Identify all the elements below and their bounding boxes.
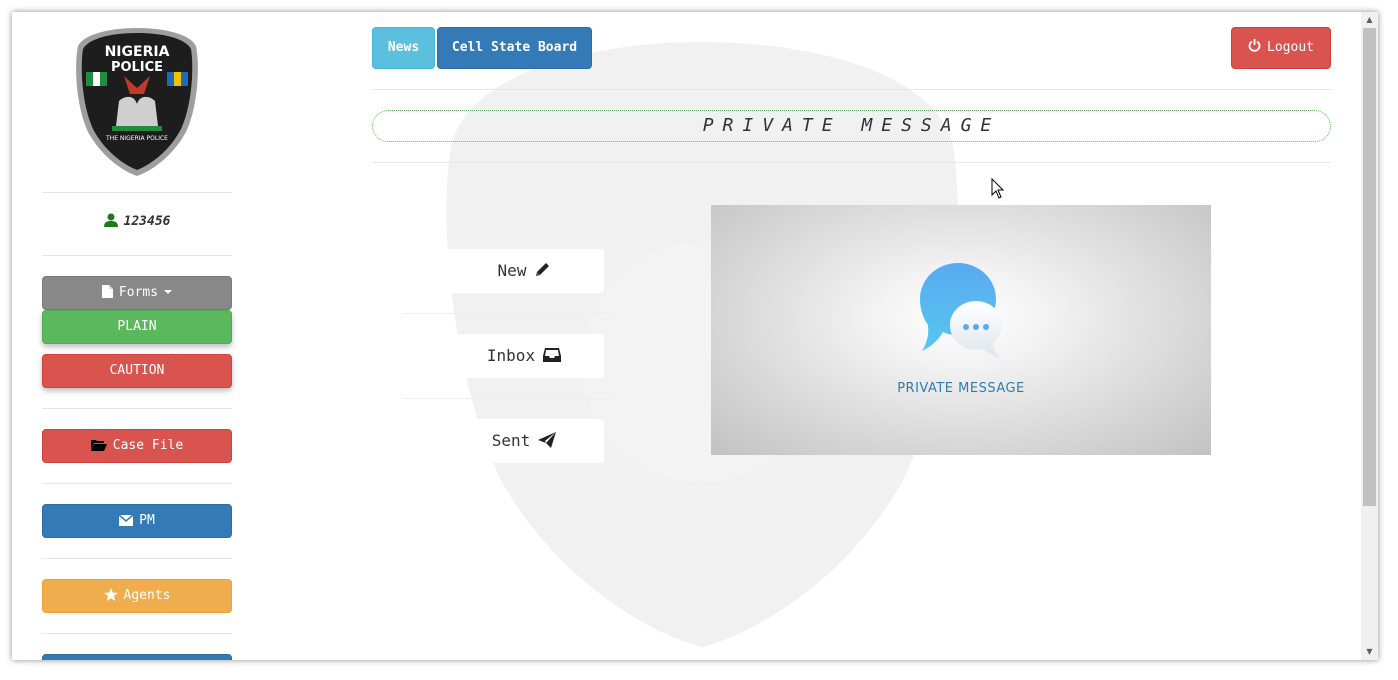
divider [402,313,612,314]
browser-window: NIGERIA POLICE THE NIGERIA POLICE 123456… [12,12,1378,660]
divider [402,398,612,399]
user-icon [103,213,118,227]
inbox-label: Inbox [486,346,536,365]
divider [42,192,232,193]
private-message-banner: PRIVATE MESSAGE [711,205,1211,455]
send-icon [538,432,557,448]
sent-label: Sent [491,431,531,450]
folder-open-icon [90,440,107,451]
user-id: 123456 [42,213,232,229]
chat-bubbles-icon [920,263,1002,358]
sidebar-button-partial[interactable] [42,654,232,660]
chevron-down-icon [164,290,173,294]
case-file-label: Case File [112,438,184,453]
logo-text-motto: THE NIGERIA POLICE [105,135,168,142]
pm-label: PM [139,513,155,528]
envelope-icon [118,514,134,526]
user-id-text: 123456 [123,214,171,229]
cell-state-board-label: Cell State Board [451,40,578,55]
logo-text-police: POLICE [111,60,163,75]
logout-label: Logout [1267,40,1314,55]
banner-caption: PRIVATE MESSAGE [897,381,1025,396]
sent-link[interactable]: Sent [444,419,604,463]
divider [42,483,232,484]
divider [42,408,232,409]
divider [372,89,1331,90]
new-message-link[interactable]: New [444,249,604,293]
forms-item-plain[interactable]: PLAIN [42,310,232,344]
forms-item-caution[interactable]: CAUTION [42,354,232,388]
scroll-down-icon[interactable]: ▼ [1361,644,1378,660]
logout-button[interactable]: Logout [1231,27,1331,69]
news-label: News [387,40,420,55]
forms-dropdown-button[interactable]: Forms [42,276,232,310]
page-title: PRIVATE MESSAGE [372,110,1331,142]
scroll-up-icon[interactable]: ▲ [1361,12,1378,28]
forms-label: Forms [118,285,159,300]
agents-button[interactable]: Agents [42,579,232,613]
mouse-cursor-icon [991,178,1005,199]
divider [42,558,232,559]
forms-item-label: PLAIN [117,319,157,334]
inbox-link[interactable]: Inbox [444,334,604,378]
cell-state-board-button[interactable]: Cell State Board [437,27,592,69]
agents-label: Agents [123,588,171,603]
forms-item-label: CAUTION [109,363,165,378]
scrollbar-thumb[interactable] [1363,28,1376,506]
new-message-label: New [497,261,527,280]
power-icon [1248,39,1261,52]
vertical-scrollbar[interactable]: ▲ ▼ [1361,12,1378,660]
sidebar: NIGERIA POLICE THE NIGERIA POLICE 123456… [42,12,232,660]
file-icon [101,285,113,298]
star-icon [103,588,118,601]
pm-button[interactable]: PM [42,504,232,538]
case-file-button[interactable]: Case File [42,429,232,463]
pencil-icon [536,263,550,276]
nigeria-police-logo: NIGERIA POLICE THE NIGERIA POLICE [76,28,198,176]
divider [42,255,232,256]
logo-text-nigeria: NIGERIA [105,44,170,60]
divider [372,162,1331,163]
inbox-icon [543,348,562,362]
divider [42,633,232,634]
news-button[interactable]: News [372,27,435,69]
